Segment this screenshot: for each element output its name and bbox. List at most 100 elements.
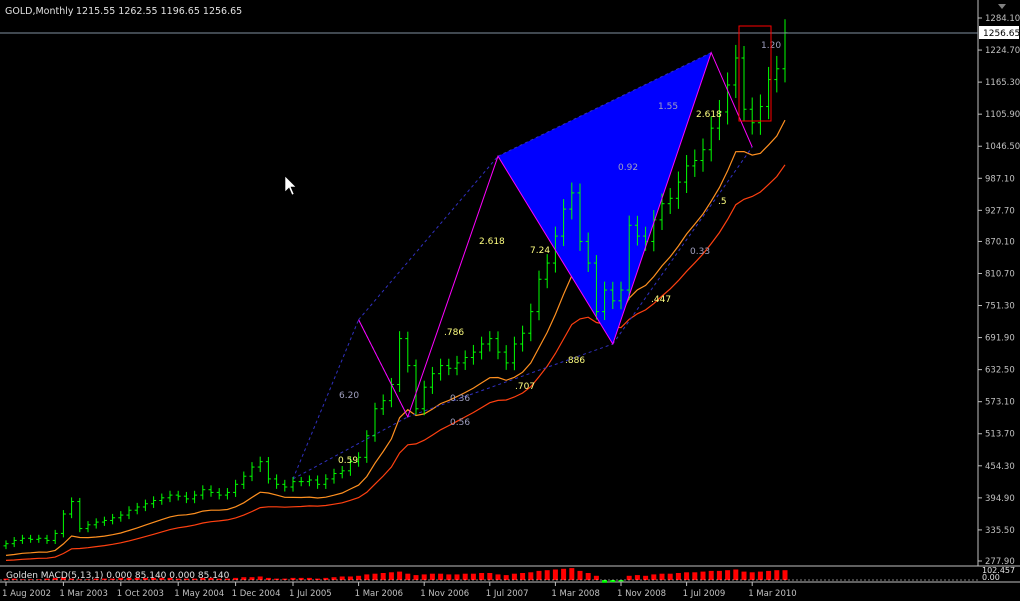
macd-bar — [429, 573, 435, 580]
macd-bar — [511, 573, 517, 580]
macd-bar — [503, 575, 509, 580]
macd-bar — [643, 575, 649, 580]
ytick-label: 513.70 — [985, 430, 1015, 440]
macd-bar — [741, 571, 747, 580]
ytick-label: 1105.90 — [985, 110, 1020, 120]
ytick-label: 632.50 — [985, 366, 1015, 376]
xtick-label: 1 Dec 2004 — [232, 589, 281, 599]
macd-bar — [766, 570, 772, 580]
xtick-label: 1 Aug 2002 — [2, 589, 51, 599]
macd-bar — [634, 575, 640, 580]
fib-ratio-label: .886 — [565, 356, 585, 366]
ytick-label: 394.90 — [985, 494, 1015, 504]
macd-bar — [479, 573, 485, 580]
xtick-label: 1 Oct 2003 — [117, 589, 164, 599]
chart-symbol: GOLD,Monthly — [5, 6, 74, 17]
xtick-label: 1 Nov 2006 — [420, 589, 469, 599]
macd-bar — [339, 576, 345, 580]
macd-bar — [716, 570, 722, 580]
ytick-label: 987.10 — [985, 174, 1015, 184]
xtick-label: 1 Mar 2008 — [551, 589, 599, 599]
macd-bar — [454, 574, 460, 580]
xtick-label: 1 May 2004 — [174, 589, 224, 599]
fib-ratio-label: 1.55 — [658, 102, 678, 112]
macd-bar — [536, 570, 542, 580]
macd-bar — [659, 573, 665, 580]
macd-bar — [569, 568, 575, 580]
macd-bar — [520, 573, 526, 580]
ytick-label: 810.70 — [985, 269, 1015, 279]
macd-bar — [585, 573, 591, 580]
ytick-label: 691.90 — [985, 334, 1015, 344]
macd-bar — [544, 570, 550, 580]
macd-bar — [290, 577, 296, 580]
fib-ratio-label: 0.36 — [450, 394, 470, 404]
macd-bar — [462, 573, 468, 580]
ytick-label: 335.50 — [985, 526, 1015, 536]
ytick-label: 1046.50 — [985, 142, 1020, 152]
macd-bar — [257, 576, 263, 580]
fib-ratio-label: .786 — [444, 328, 464, 338]
ytick-label: 1165.30 — [985, 78, 1020, 88]
macd-bar — [626, 575, 632, 580]
macd-bar — [593, 575, 599, 580]
macd-bar — [356, 575, 362, 580]
macd-bar — [347, 576, 353, 580]
macd-bar — [700, 571, 706, 580]
fib-ratio-label: .447 — [651, 295, 671, 305]
macd-label: Golden MACD(5,13,1) 0.000 85.140 0.000 8… — [6, 571, 230, 581]
chart-background — [0, 0, 1020, 601]
macd-bar — [692, 572, 698, 580]
ytick-label: 870.10 — [985, 237, 1015, 247]
macd-bar — [602, 580, 608, 583]
macd-bar — [241, 577, 247, 580]
ytick-label: 573.10 — [985, 398, 1015, 408]
fib-ratio-label: 2.618 — [696, 110, 722, 120]
macd-bar — [446, 574, 452, 580]
macd-bar — [552, 569, 558, 580]
macd-bar — [438, 573, 444, 580]
fib-ratio-label: 0.59 — [338, 456, 358, 466]
macd-bar — [757, 571, 763, 580]
macd-bar — [684, 572, 690, 580]
gold-monthly-chart: 6.20 .786 0.36 0.56 0.59 2.618 7.24 .886 .707 1.5… — [0, 0, 1020, 601]
chart-ohlc: 1215.55 1262.55 1196.65 1256.65 — [76, 6, 242, 17]
macd-bar — [561, 568, 567, 580]
fib-ratio-label: 0.92 — [618, 163, 638, 173]
ytick-label: 927.70 — [985, 206, 1015, 216]
ytick-label: 454.30 — [985, 462, 1015, 472]
macd-bar — [265, 577, 271, 580]
macd-bar — [487, 573, 493, 580]
macd-bar — [306, 577, 312, 580]
fib-ratio-label: 2.618 — [479, 237, 505, 247]
fib-ratio-label: 0.33 — [690, 247, 710, 257]
macd-bar — [470, 573, 476, 580]
macd-bar — [413, 575, 419, 580]
fib-ratio-label: 7.24 — [530, 246, 550, 256]
xtick-label: 1 Jul 2005 — [289, 589, 332, 599]
macd-bar — [577, 570, 583, 580]
macd-bar — [495, 574, 501, 580]
macd-bar — [364, 574, 370, 580]
macd-bar — [331, 577, 337, 580]
xtick-label: 1 Mar 2003 — [59, 589, 107, 599]
macd-bar — [372, 573, 378, 580]
macd-bar — [298, 577, 304, 580]
fib-ratio-label: .707 — [515, 382, 535, 392]
ytick-label: 1224.70 — [985, 46, 1020, 56]
macd-bar — [749, 572, 755, 580]
macd-bar — [421, 574, 427, 580]
macd-bar — [708, 570, 714, 580]
macd-bar — [249, 577, 255, 580]
macd-bar — [388, 572, 394, 580]
macd-bar — [610, 580, 616, 583]
fib-ratio-label: 6.20 — [339, 391, 359, 401]
xtick-label: 1 Jul 2007 — [486, 589, 529, 599]
macd-bar — [725, 570, 731, 580]
xtick-label: 1 Mar 2010 — [748, 589, 796, 599]
fib-ratio-label: 0.56 — [450, 418, 470, 428]
macd-bar — [733, 569, 739, 580]
macd-bar — [380, 573, 386, 580]
xtick-label: 1 Mar 2006 — [355, 589, 403, 599]
macd-bar — [667, 573, 673, 580]
